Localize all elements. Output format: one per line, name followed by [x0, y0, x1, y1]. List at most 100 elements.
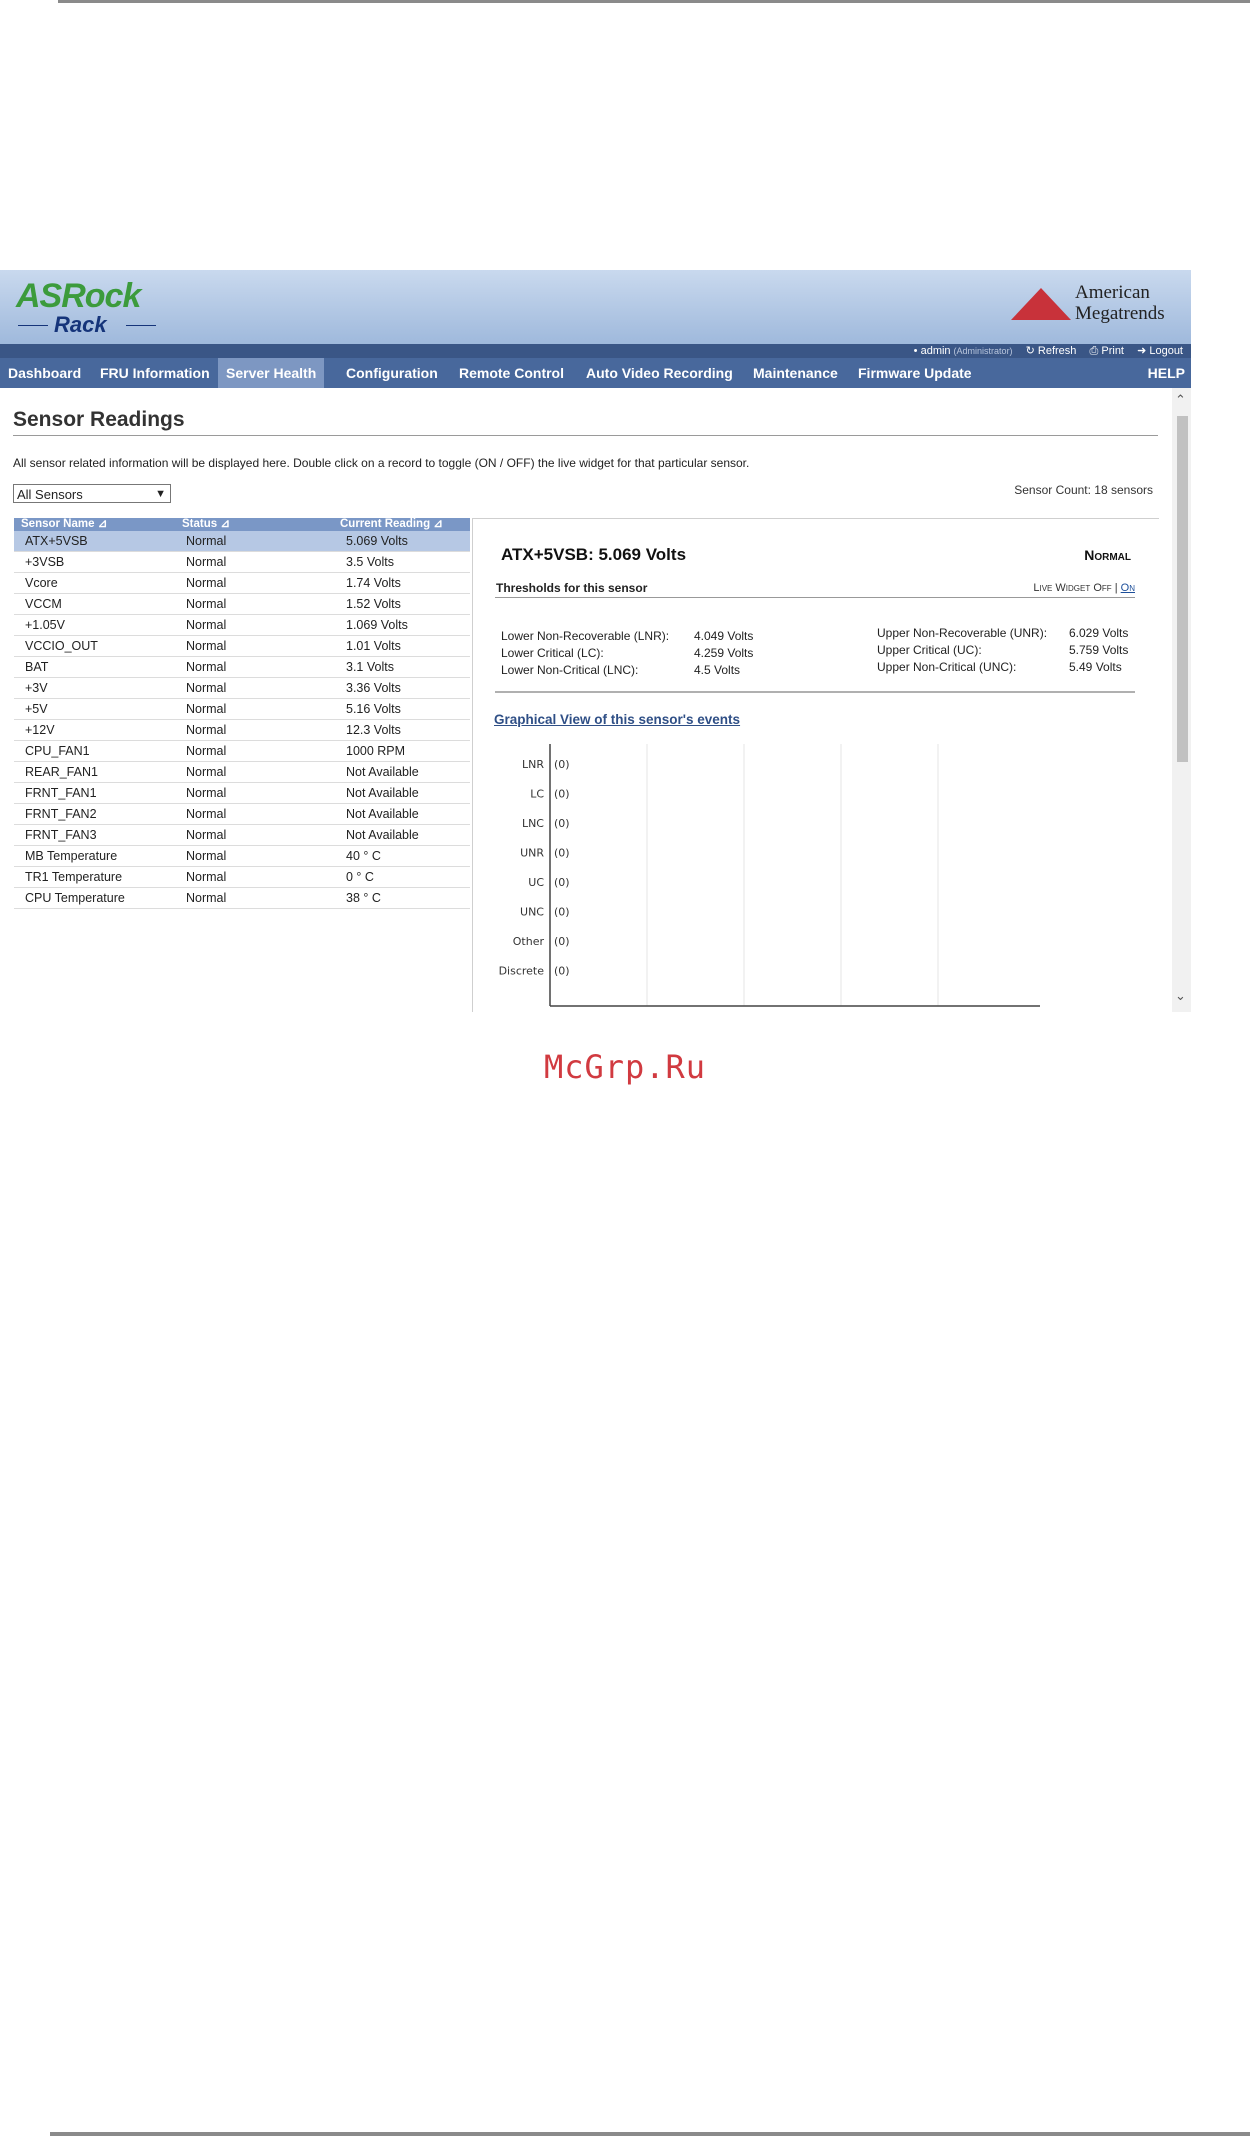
- nav-dashboard[interactable]: Dashboard: [0, 358, 89, 388]
- logout-link[interactable]: ➜ Logout: [1137, 345, 1183, 357]
- nav-auto-video-recording[interactable]: Auto Video Recording: [578, 358, 741, 388]
- sensor-count: Sensor Count: 18 sensors: [1014, 483, 1153, 497]
- cell-status: Normal: [186, 723, 227, 737]
- nav-maintenance[interactable]: Maintenance: [745, 358, 846, 388]
- table-row[interactable]: VCCIO_OUT Normal 1.01 Volts: [14, 636, 470, 657]
- cell-status: Normal: [186, 618, 227, 632]
- page-scrollbar[interactable]: ⌃ ⌄: [1172, 388, 1191, 1012]
- cell-reading: 1.069 Volts: [346, 618, 408, 632]
- chart-value-label: (0): [554, 758, 570, 771]
- cell-status: Normal: [186, 555, 227, 569]
- watermark: McGrp.Ru: [543, 1048, 707, 1086]
- table-row[interactable]: BAT Normal 3.1 Volts: [14, 657, 470, 678]
- column-header-sensor-name[interactable]: Sensor Name ⊿: [21, 518, 107, 531]
- detail-divider-1: [495, 597, 1135, 598]
- table-row[interactable]: REAR_FAN1 Normal Not Available: [14, 762, 470, 783]
- table-row[interactable]: MB Temperature Normal 40 ° C: [14, 846, 470, 867]
- table-row[interactable]: CPU Temperature Normal 38 ° C: [14, 888, 470, 909]
- cell-reading: 0 ° C: [346, 870, 374, 884]
- unc-value: 5.49 Volts: [1069, 660, 1122, 674]
- refresh-icon: ↻: [1025, 345, 1035, 357]
- graphical-view-link[interactable]: Graphical View of this sensor's events: [494, 712, 740, 727]
- nav-fru-information[interactable]: FRU Information: [92, 358, 218, 388]
- sort-icon: ⊿: [220, 518, 230, 530]
- table-row[interactable]: +3VSB Normal 3.5 Volts: [14, 552, 470, 573]
- print-link[interactable]: ⎙ Print: [1090, 345, 1125, 357]
- column-header-status[interactable]: Status ⊿: [182, 518, 230, 531]
- unc-label: Upper Non-Critical (UNC):: [877, 660, 1017, 674]
- scrollbar-thumb[interactable]: [1177, 416, 1188, 762]
- table-row[interactable]: CPU_FAN1 Normal 1000 RPM: [14, 741, 470, 762]
- sensor-detail-panel: ATX+5VSB: 5.069 Volts Normal Thresholds …: [472, 518, 1159, 1012]
- cell-sensor-name: VCCIO_OUT: [25, 639, 98, 653]
- chart-category-label: UNC: [520, 906, 544, 919]
- sensor-filter-value: All Sensors: [17, 487, 83, 502]
- table-row[interactable]: +5V Normal 5.16 Volts: [14, 699, 470, 720]
- chart-value-label: (0): [554, 906, 570, 919]
- column-header-current-reading[interactable]: Current Reading ⊿: [340, 518, 443, 531]
- title-divider: [13, 435, 1158, 436]
- cell-sensor-name: BAT: [25, 660, 49, 674]
- page-title: Sensor Readings: [13, 408, 185, 431]
- unr-label: Upper Non-Recoverable (UNR):: [877, 626, 1048, 640]
- chart-value-label: (0): [554, 935, 570, 948]
- table-row[interactable]: FRNT_FAN2 Normal Not Available: [14, 804, 470, 825]
- cell-sensor-name: MB Temperature: [25, 849, 118, 863]
- lnc-value: 4.5 Volts: [694, 663, 741, 677]
- live-widget-on[interactable]: On: [1121, 582, 1135, 594]
- sensor-filter-select[interactable]: All Sensors ▼: [13, 484, 171, 503]
- nav-server-health[interactable]: Server Health: [218, 358, 325, 388]
- live-widget-separator: |: [1114, 582, 1118, 594]
- top-page-rule: [58, 0, 1250, 3]
- cell-reading: 3.5 Volts: [346, 555, 394, 569]
- cell-reading: Not Available: [346, 828, 419, 842]
- logo-top-text: ASRock: [16, 277, 141, 315]
- cell-reading: 38 ° C: [346, 891, 381, 905]
- cell-reading: 5.16 Volts: [346, 702, 401, 716]
- table-row[interactable]: +3V Normal 3.36 Volts: [14, 678, 470, 699]
- chart-value-label: (0): [554, 965, 570, 978]
- cell-status: Normal: [186, 576, 227, 590]
- sort-icon: ⊿: [433, 518, 443, 530]
- logout-icon: ➜: [1137, 345, 1147, 357]
- logo-bottom-text: Rack: [18, 313, 176, 337]
- chart-value-label: (0): [554, 847, 570, 860]
- cell-status: Normal: [186, 702, 227, 716]
- table-row[interactable]: FRNT_FAN3 Normal Not Available: [14, 825, 470, 846]
- table-row[interactable]: Vcore Normal 1.74 Volts: [14, 573, 470, 594]
- cell-status: Normal: [186, 681, 227, 695]
- cell-sensor-name: +3VSB: [25, 555, 65, 569]
- cell-sensor-name: REAR_FAN1: [25, 765, 98, 779]
- nav-firmware-update[interactable]: Firmware Update: [850, 358, 980, 388]
- nav-configuration[interactable]: Configuration: [338, 358, 446, 388]
- refresh-link[interactable]: ↻ Refresh: [1026, 345, 1077, 357]
- table-row[interactable]: +1.05V Normal 1.069 Volts: [14, 615, 470, 636]
- table-row[interactable]: VCCM Normal 1.52 Volts: [14, 594, 470, 615]
- nav-help[interactable]: HELP: [1148, 358, 1185, 388]
- cell-status: Normal: [186, 639, 227, 653]
- lnr-value: 4.049 Volts: [694, 629, 754, 643]
- cell-reading: Not Available: [346, 807, 419, 821]
- cell-sensor-name: +3V: [25, 681, 48, 695]
- cell-sensor-name: FRNT_FAN2: [25, 807, 97, 821]
- ami-logo: American Megatrends: [1011, 282, 1181, 328]
- nav-remote-control[interactable]: Remote Control: [451, 358, 572, 388]
- sensor-detail-status: Normal: [1084, 547, 1131, 563]
- detail-divider-2: [495, 691, 1135, 693]
- cell-sensor-name: +5V: [25, 702, 48, 716]
- live-widget-off[interactable]: Off: [1093, 582, 1111, 594]
- uc-label: Upper Critical (UC):: [877, 643, 982, 657]
- bmc-web-ui-screenshot: ASRock Rack American Megatrends • admin(…: [0, 270, 1191, 1012]
- cell-status: Normal: [186, 891, 227, 905]
- sensor-detail-title: ATX+5VSB: 5.069 Volts: [501, 545, 687, 564]
- table-row[interactable]: TR1 Temperature Normal 0 ° C: [14, 867, 470, 888]
- cell-sensor-name: +1.05V: [25, 618, 65, 632]
- chart-category-label: UNR: [520, 847, 544, 860]
- table-row[interactable]: ATX+5VSB Normal 5.069 Volts: [14, 531, 470, 552]
- table-row[interactable]: +12V Normal 12.3 Volts: [14, 720, 470, 741]
- scroll-down-icon[interactable]: ⌄: [1175, 988, 1186, 1004]
- cell-reading: 40 ° C: [346, 849, 381, 863]
- cell-sensor-name: +12V: [25, 723, 55, 737]
- scroll-up-icon[interactable]: ⌃: [1175, 392, 1186, 408]
- table-row[interactable]: FRNT_FAN1 Normal Not Available: [14, 783, 470, 804]
